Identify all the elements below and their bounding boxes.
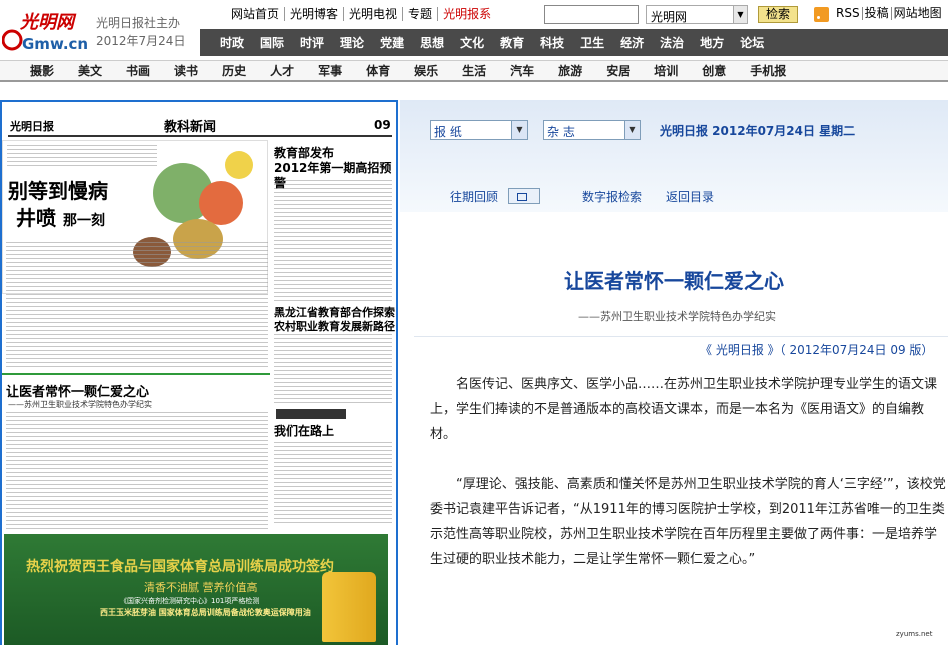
- nav-item[interactable]: 时政: [220, 34, 244, 51]
- top-link-papers[interactable]: 光明报系: [438, 7, 496, 21]
- search-input[interactable]: [544, 5, 639, 24]
- subnav-item[interactable]: 旅游: [558, 62, 582, 79]
- newspaper-story-subhead: ——苏州卫生职业技术学院特色办学纪实: [8, 400, 152, 409]
- magazine-select-value: 杂 志: [547, 125, 575, 139]
- logo-text: 光明网: [19, 12, 77, 33]
- subnav-item[interactable]: 安居: [606, 62, 630, 79]
- nav-item[interactable]: 论坛: [740, 34, 764, 51]
- nav-item[interactable]: 思想: [420, 34, 444, 51]
- ad-slogan: 清香不油腻 营养价值高: [144, 581, 258, 594]
- main-nav: 时政 国际 时评 理论 党建 思想 文化 教育 科技 卫生 经济 法治 地方 论…: [200, 29, 948, 56]
- top-link-topics[interactable]: 专题: [403, 7, 439, 21]
- sitemap-link[interactable]: 网站地图: [892, 7, 944, 20]
- subnav-item[interactable]: 书画: [126, 62, 150, 79]
- subnav-item[interactable]: 创意: [702, 62, 726, 79]
- subnav-item[interactable]: 军事: [318, 62, 342, 79]
- nav-item[interactable]: 卫生: [580, 34, 604, 51]
- paper-toolbar: 报 纸 ▼ 杂 志 ▼ 光明日报 2012年07月24日 星期二 往期回顾 数字…: [400, 100, 948, 212]
- advertisement-banner[interactable]: 热烈祝贺西王食品与国家体育总局训练局成功签约 清香不油腻 营养价值高 《国家兴奋…: [4, 534, 388, 645]
- past-issues-link[interactable]: 往期回顾: [450, 188, 498, 205]
- top-link-blog[interactable]: 光明博客: [285, 7, 345, 21]
- calendar-icon[interactable]: [508, 188, 540, 204]
- subnav-item[interactable]: 人才: [270, 62, 294, 79]
- headline-tail: 那一刻: [62, 213, 105, 229]
- chevron-down-icon[interactable]: ▼: [511, 121, 527, 139]
- subnav-item[interactable]: 汽车: [510, 62, 534, 79]
- nav-item[interactable]: 文化: [460, 34, 484, 51]
- newspaper-headline-line2[interactable]: 井喷 那一刻: [16, 202, 105, 231]
- submit-link[interactable]: 投稿: [863, 7, 892, 20]
- top-link-tv[interactable]: 光明电视: [344, 7, 404, 21]
- article-panel: 报 纸 ▼ 杂 志 ▼ 光明日报 2012年07月24日 星期二 往期回顾 数字…: [400, 100, 948, 645]
- subnav-item[interactable]: 体育: [366, 62, 390, 79]
- subnav-item[interactable]: 培训: [654, 62, 678, 79]
- rss-link[interactable]: RSS: [834, 7, 863, 20]
- headline-word: 井喷: [16, 206, 56, 230]
- org-label: 光明日报社主办: [96, 16, 181, 30]
- sub-nav: 摄影 美文 书画 读书 历史 人才 军事 体育 娱乐 生活 汽车 旅游 安居 培…: [0, 60, 948, 82]
- issue-links: 往期回顾 数字报检索 返回目录: [450, 188, 738, 205]
- newspaper-page-number: 09: [374, 118, 391, 132]
- newspaper-masthead: 光明日报: [10, 120, 54, 133]
- issue-date: 光明日报 2012年07月24日 星期二: [660, 124, 856, 138]
- chevron-down-icon[interactable]: ▼: [624, 121, 640, 139]
- nav-item[interactable]: 法治: [660, 34, 684, 51]
- newspaper-section: 教科新闻: [164, 120, 217, 135]
- subnav-item[interactable]: 生活: [462, 62, 486, 79]
- nav-item[interactable]: 理论: [340, 34, 364, 51]
- site-select-value: 光明网: [651, 10, 688, 24]
- newspaper-story-headline[interactable]: 我们在路上: [274, 422, 334, 439]
- rss-icon[interactable]: [814, 7, 829, 22]
- logo-sub: Gmw.cn: [22, 35, 88, 52]
- newspaper-story-headline[interactable]: 黑龙江省教育部合作探索 农村职业教育发展新路径: [274, 306, 395, 334]
- site-header: 光明网 Gmw.cn 光明日报社主办 2012年7月24日 网站首页 光明博客 …: [0, 0, 948, 60]
- article-paragraph: 名医传记、医典序文、医学小品……在苏州卫生职业技术学院护理专业学生的语文课上，学…: [430, 377, 938, 442]
- article-title: 让医者常怀一颗仁爱之心: [564, 269, 784, 293]
- newspaper-headline[interactable]: 别等到慢病: [8, 175, 108, 204]
- newspaper-select-value: 报 纸: [434, 125, 462, 139]
- back-to-contents-link[interactable]: 返回目录: [666, 188, 714, 205]
- header-date: 2012年7月24日: [96, 34, 186, 48]
- nav-item[interactable]: 时评: [300, 34, 324, 51]
- magazine-select[interactable]: 杂 志 ▼: [543, 120, 641, 140]
- chevron-down-icon[interactable]: ▼: [733, 6, 747, 23]
- ad-product: 西王玉米胚芽油 国家体育总局训练局备战伦敦奥运保障用油: [100, 608, 311, 617]
- gmw-logo[interactable]: 光明网 Gmw.cn: [1, 6, 94, 53]
- divider: [8, 135, 392, 137]
- article-paragraph: “厚理论、强技能、高素质和懂关怀是苏州卫生职业技术学院的育人‘三字经’”，该校党…: [430, 477, 946, 567]
- subnav-item[interactable]: 美文: [78, 62, 102, 79]
- nav-item[interactable]: 国际: [260, 34, 284, 51]
- subnav-item[interactable]: 摄影: [30, 62, 54, 79]
- subnav-item[interactable]: 历史: [222, 62, 246, 79]
- digital-search-link[interactable]: 数字报检索: [582, 188, 642, 205]
- article-body: 名医传记、医典序文、医学小品……在苏州卫生职业技术学院护理专业学生的语文课上，学…: [430, 372, 946, 597]
- subnav-item[interactable]: 手机报: [750, 62, 786, 79]
- nav-item[interactable]: 地方: [700, 34, 724, 51]
- nav-item[interactable]: 经济: [620, 34, 644, 51]
- util-links: RSS 投稿 网站地图: [834, 7, 944, 20]
- oil-bottle-icon: [322, 572, 376, 642]
- search-button[interactable]: 检索: [758, 6, 798, 23]
- watermark: zyums.net: [896, 630, 933, 638]
- subnav-item[interactable]: 读书: [174, 62, 198, 79]
- site-select[interactable]: 光明网 ▼: [646, 5, 748, 24]
- article-subtitle: ——苏州卫生职业技术学院特色办学纪实: [578, 310, 776, 323]
- ad-note: 《国家兴奋剂检测研究中心》101项严格检测: [120, 597, 260, 605]
- newspaper-story-headline[interactable]: 让医者常怀一颗仁爱之心: [6, 381, 149, 400]
- nav-item[interactable]: 教育: [500, 34, 524, 51]
- divider: [2, 373, 270, 375]
- newspaper-page-image[interactable]: 光明日报 教科新闻 09 别等到慢病 井喷 那一刻 教育部发布 2012年第一期…: [0, 100, 398, 645]
- divider: [414, 336, 948, 337]
- nav-item[interactable]: 科技: [540, 34, 564, 51]
- subnav-item[interactable]: 娱乐: [414, 62, 438, 79]
- newspaper-select[interactable]: 报 纸 ▼: [430, 120, 528, 140]
- column-tag: [276, 409, 346, 419]
- article-meta: 《 光明日报 》（ 2012年07月24日 09 版）: [700, 343, 934, 357]
- top-links: 网站首页 光明博客 光明电视 专题 光明报系: [226, 4, 496, 24]
- top-link-home[interactable]: 网站首页: [226, 7, 286, 21]
- ad-headline: 热烈祝贺西王食品与国家体育总局训练局成功签约: [26, 559, 334, 575]
- nav-item[interactable]: 党建: [380, 34, 404, 51]
